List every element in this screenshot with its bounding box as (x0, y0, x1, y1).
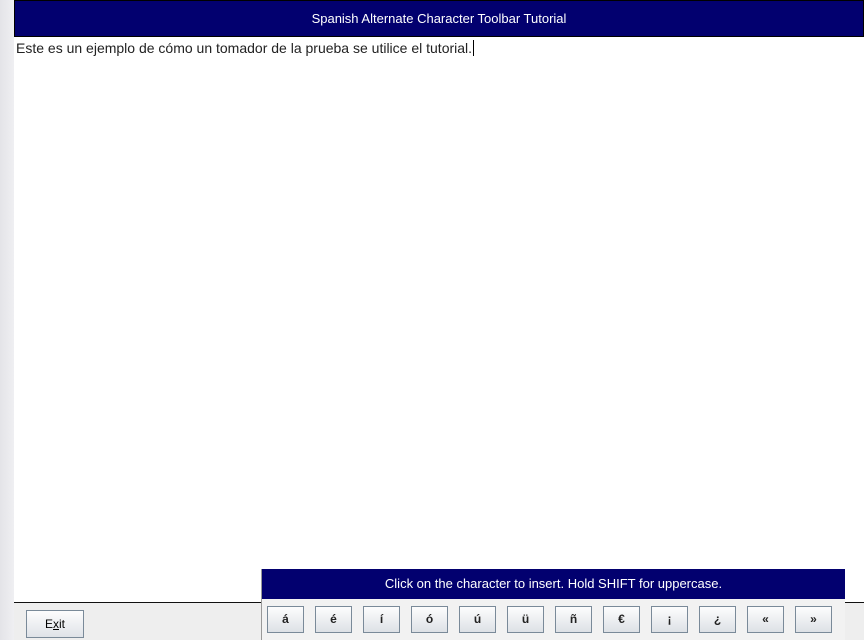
char-button-e-acute[interactable]: é (315, 606, 352, 633)
text-caret (473, 40, 475, 56)
editor-text-area[interactable]: Este es un ejemplo de cómo un tomador de… (14, 37, 864, 602)
exit-button[interactable]: Exit (26, 610, 84, 638)
char-button-u-diaeresis[interactable]: ü (507, 606, 544, 633)
left-gutter (0, 0, 14, 640)
window-title: Spanish Alternate Character Toolbar Tuto… (14, 0, 864, 37)
character-toolbar: Click on the character to insert. Hold S… (261, 569, 845, 640)
exit-label-suffix: it (59, 617, 65, 631)
editor-text: Este es un ejemplo de cómo un tomador de… (16, 40, 473, 56)
toolbar-hint: Click on the character to insert. Hold S… (262, 569, 845, 599)
char-button-right-guillemet[interactable]: » (795, 606, 832, 633)
exit-label-prefix: E (44, 617, 53, 631)
char-button-left-guillemet[interactable]: « (747, 606, 784, 633)
char-button-inverted-question[interactable]: ¿ (699, 606, 736, 633)
char-button-i-acute[interactable]: í (363, 606, 400, 633)
char-button-euro[interactable]: € (603, 606, 640, 633)
char-button-o-acute[interactable]: ó (411, 606, 448, 633)
char-button-a-acute[interactable]: á (267, 606, 304, 633)
app-window: Spanish Alternate Character Toolbar Tuto… (14, 0, 864, 640)
char-button-inverted-exclamation[interactable]: ¡ (651, 606, 688, 633)
char-button-n-tilde[interactable]: ñ (555, 606, 592, 633)
char-button-u-acute[interactable]: ú (459, 606, 496, 633)
